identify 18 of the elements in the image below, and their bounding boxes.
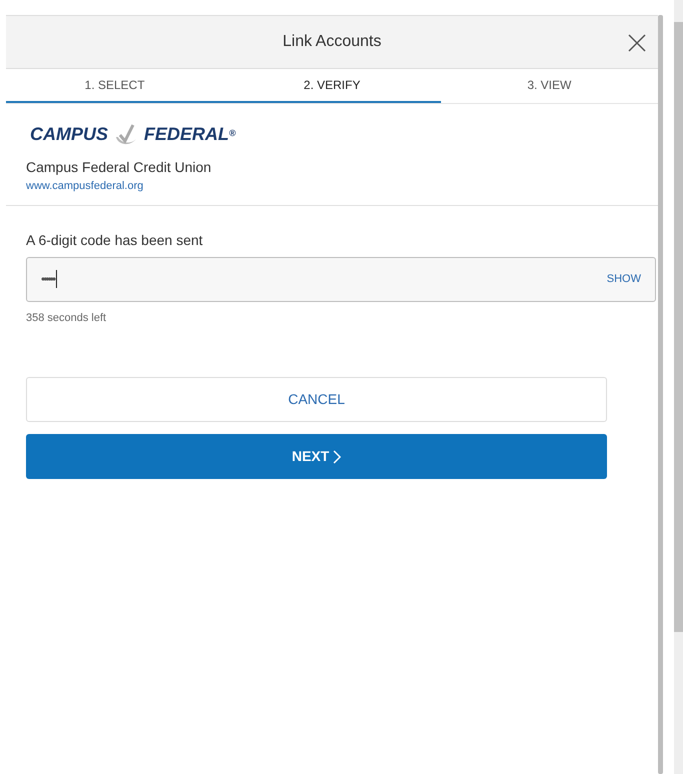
cancel-button[interactable]: CANCEL bbox=[26, 377, 607, 422]
page-scrollbar[interactable] bbox=[674, 0, 683, 774]
close-button[interactable] bbox=[626, 32, 648, 54]
next-button[interactable]: NEXT bbox=[26, 434, 607, 479]
bank-website-link[interactable]: www.campusfederal.org bbox=[20, 178, 644, 194]
step-tab[interactable]: 2. VERIFY bbox=[223, 69, 441, 103]
bank-logo: CAMPUS FEDERAL$^{®}$ bbox=[29, 122, 237, 146]
step-tab[interactable]: 3. VIEW bbox=[440, 69, 658, 103]
code-field-label: A 6-digit code has been sent bbox=[25, 230, 204, 250]
close-icon bbox=[627, 33, 647, 53]
dialog-title: Link Accounts bbox=[282, 32, 382, 52]
step-tab[interactable]: 1. SELECT bbox=[6, 69, 224, 103]
chevron-right-icon bbox=[333, 450, 342, 464]
time-remaining-text: 358 seconds left bbox=[25, 310, 108, 326]
show-code-button[interactable]: SHOW bbox=[606, 270, 641, 288]
bank-name: Campus Federal Credit Union bbox=[25, 158, 212, 177]
scrollbar[interactable] bbox=[658, 15, 663, 774]
code-input-field[interactable]: •••••• SHOW bbox=[26, 256, 656, 302]
